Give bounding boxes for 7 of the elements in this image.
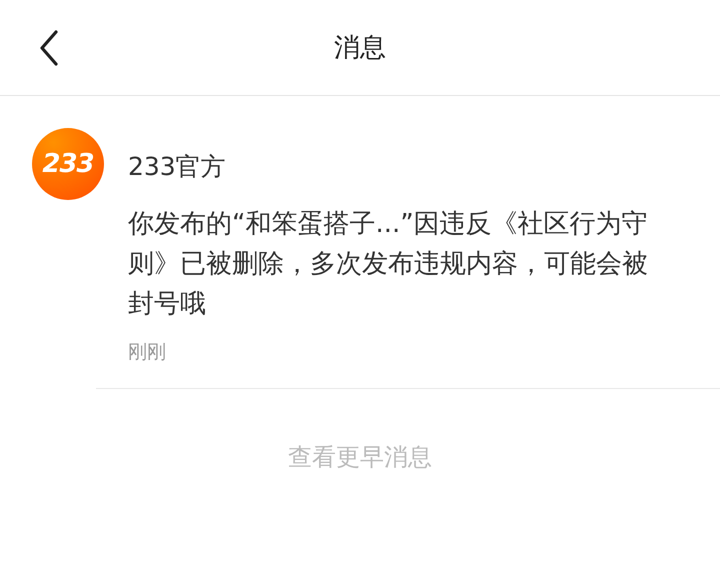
page-title: 消息 bbox=[334, 32, 386, 64]
sender-logo: 233 bbox=[32, 128, 104, 200]
view-earlier-link[interactable]: 查看更早消息 bbox=[288, 439, 432, 475]
back-icon bbox=[39, 30, 59, 66]
message-time: 刚刚 bbox=[128, 340, 166, 362]
sender-name: 233官方 bbox=[128, 152, 226, 181]
message-text: 你发布的“和笨蛋搭子...”因违反《社区行为守则》已被删除，多次发布违规内容，可能会被封号哦 bbox=[128, 208, 648, 320]
